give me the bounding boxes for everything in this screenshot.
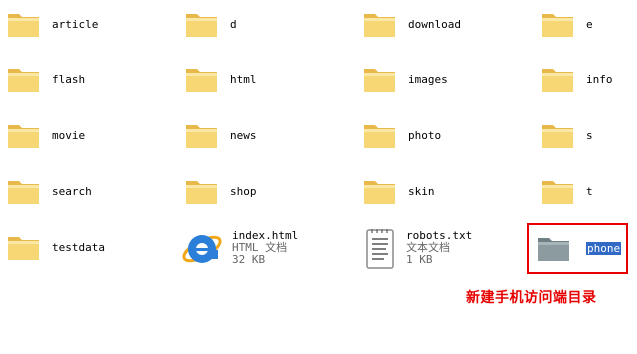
folder-images[interactable]: images — [360, 57, 448, 101]
internet-explorer-icon — [180, 225, 224, 271]
folder-label: flash — [52, 72, 86, 86]
folder-icon — [182, 171, 222, 211]
folder-label: images — [408, 72, 448, 86]
folder-e[interactable]: e — [538, 2, 593, 46]
folder-news[interactable]: news — [182, 113, 257, 157]
folder-label: photo — [408, 128, 442, 142]
file-index-html[interactable]: index.html HTML 文档 32 KB — [180, 223, 298, 273]
folder-label: shop — [230, 184, 257, 198]
folder-download[interactable]: download — [360, 2, 461, 46]
highlight-box — [527, 223, 628, 274]
folder-search[interactable]: search — [4, 169, 92, 213]
text-document-icon — [362, 225, 398, 271]
folder-shop[interactable]: shop — [182, 169, 257, 213]
folder-label: download — [408, 17, 461, 31]
folder-label: html — [230, 72, 257, 86]
folder-label: info — [586, 72, 613, 86]
folder-icon — [538, 115, 578, 155]
folder-icon — [4, 4, 44, 44]
folder-movie[interactable]: movie — [4, 113, 85, 157]
file-size: 1 KB — [406, 253, 433, 266]
folder-label: skin — [408, 184, 435, 198]
folder-testdata[interactable]: testdata — [4, 225, 105, 269]
folder-label: search — [52, 184, 92, 198]
folder-icon — [182, 59, 222, 99]
folder-icon — [182, 4, 222, 44]
folder-label: article — [52, 17, 99, 31]
folder-icon — [538, 171, 578, 211]
folder-article[interactable]: article — [4, 2, 98, 46]
folder-icon — [4, 227, 44, 267]
folder-icon — [4, 171, 44, 211]
folder-flash[interactable]: flash — [4, 57, 85, 101]
folder-icon — [360, 4, 400, 44]
folder-label: s — [586, 128, 593, 142]
folder-photo[interactable]: photo — [360, 113, 441, 157]
folder-t[interactable]: t — [538, 169, 593, 213]
folder-info[interactable]: info — [538, 57, 613, 101]
folder-icon — [360, 171, 400, 211]
folder-icon — [538, 59, 578, 99]
folder-icon — [4, 115, 44, 155]
folder-icon — [538, 4, 578, 44]
folder-label: e — [586, 17, 593, 31]
folder-html[interactable]: html — [182, 57, 257, 101]
folder-icon — [360, 59, 400, 99]
folder-skin[interactable]: skin — [360, 169, 435, 213]
folder-icon — [182, 115, 222, 155]
folder-icon — [4, 59, 44, 99]
folder-icon — [360, 115, 400, 155]
folder-label: movie — [52, 128, 86, 142]
annotation-label: 新建手机访问端目录 — [466, 290, 597, 306]
folder-d[interactable]: d — [182, 2, 237, 46]
folder-label: d — [230, 17, 237, 31]
folder-label: testdata — [52, 240, 105, 254]
folder-s[interactable]: s — [538, 113, 593, 157]
file-robots-txt[interactable]: robots.txt 文本文档 1 KB — [362, 223, 472, 273]
folder-label: t — [586, 184, 593, 198]
file-size: 32 KB — [232, 253, 266, 266]
folder-label: news — [230, 128, 257, 142]
